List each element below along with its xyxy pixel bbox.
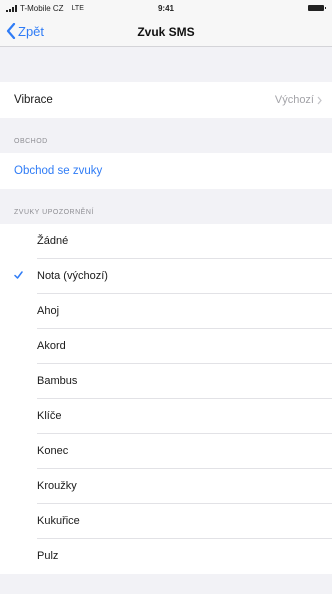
list-item-label: Žádné [37,235,69,247]
vibration-value: Výchozí [274,94,314,106]
alert-sound-list: Žádné Nota (výchozí) Ahoj Akord Bambus Klíče K… [0,224,332,574]
list-item[interactable]: Ahoj [0,294,332,329]
list-item[interactable]: Bambus [0,364,332,399]
top-spacer [0,47,332,82]
list-item-label: Klíče [37,410,62,422]
list-item[interactable]: Kroužky [0,469,332,504]
screen: T-Mobile CZ LTE 9:41 Zpět Zvuk SMS Vibra… [0,0,332,594]
list-item-label: Bambus [37,375,78,387]
list-item[interactable]: Žádné [0,224,332,259]
list-item-label: Ahoj [37,305,60,317]
chevron-right-icon [317,96,322,104]
sound-store-link-label: Obchod se zvuky [14,165,103,177]
list-item-label: Pulz [37,550,59,562]
list-item-label: Nota (výchozí) [37,270,108,282]
page-title: Zvuk SMS [137,25,195,39]
navigation-bar: Zpět Zvuk SMS [0,18,332,47]
list-item[interactable]: Klíče [0,399,332,434]
list-item[interactable]: Pulz [0,539,332,574]
checkmark-icon [14,271,23,279]
battery-icon [308,5,326,11]
status-time: 9:41 [157,4,174,13]
vibration-row[interactable]: Vibrace Výchozí [0,82,332,118]
alert-sounds-section-header: ZVUKY UPOZORNĚNÍ [0,189,332,224]
list-item[interactable]: Nota (výchozí) [0,259,332,294]
settings-content: Vibrace Výchozí OBCHOD Obchod se zvuky Z… [0,47,332,574]
vibration-label: Vibrace [14,94,53,106]
sound-store-link[interactable]: Obchod se zvuky [0,153,332,189]
list-item[interactable]: Kukuřice [0,504,332,539]
list-item[interactable]: Akord [0,329,332,364]
store-section-header: OBCHOD [0,118,332,153]
list-item-label: Akord [37,340,66,352]
list-item-label: Kroužky [37,480,77,492]
list-item[interactable]: Konec [0,434,332,469]
vibration-value-wrapper: Výchozí [275,94,322,106]
store-section-header-text: OBCHOD [14,138,48,145]
list-item-label: Konec [37,445,69,457]
status-bar: T-Mobile CZ LTE 9:41 [0,0,332,18]
list-item-label: Kukuřice [37,515,80,527]
alert-sounds-section-header-text: ZVUKY UPOZORNĚNÍ [14,209,94,216]
